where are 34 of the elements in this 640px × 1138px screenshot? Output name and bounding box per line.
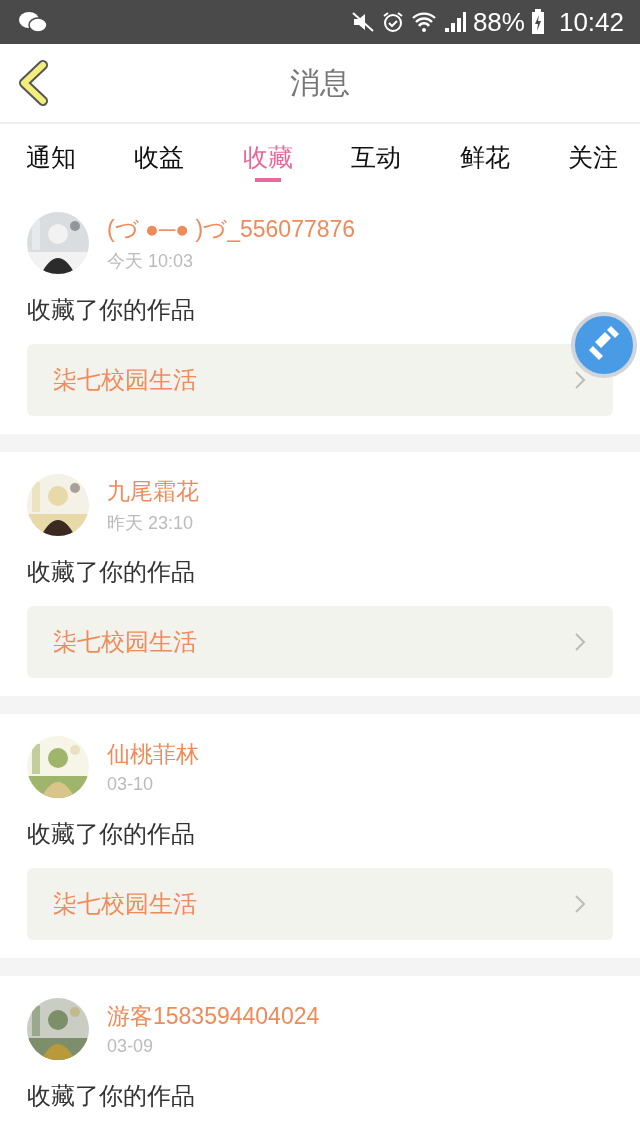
- tab[interactable]: 收藏: [230, 124, 305, 182]
- page-title: 消息: [290, 63, 350, 102]
- chevron-right-icon: [573, 631, 587, 653]
- timestamp: 今天 10:03: [107, 249, 195, 273]
- action-text: 收藏了你的作品: [27, 295, 196, 326]
- clock: 10:42: [558, 6, 624, 38]
- action-text: 收藏了你的作品: [27, 557, 196, 588]
- battery-percent: 88%: [472, 6, 525, 38]
- tab[interactable]: 鲜花: [447, 124, 522, 182]
- timestamp: 03-09: [107, 1036, 155, 1057]
- work-link[interactable]: 柒七校园生活: [27, 868, 613, 940]
- user-name[interactable]: 仙桃菲林: [107, 739, 199, 770]
- tab[interactable]: 关注: [555, 124, 630, 182]
- action-text: 收藏了你的作品: [27, 1081, 196, 1112]
- user-name[interactable]: (づ ●─● )づ_556077876: [107, 213, 356, 245]
- floating-brush-button[interactable]: [571, 312, 637, 378]
- chevron-right-icon: [573, 893, 587, 915]
- work-link[interactable]: 柒七校园生活: [27, 606, 613, 678]
- tab[interactable]: 通知: [14, 124, 88, 182]
- tab[interactable]: 互动: [339, 124, 414, 182]
- action-text: 收藏了你的作品: [27, 819, 196, 850]
- timestamp: 03-10: [107, 774, 155, 795]
- timestamp: 昨天 23:10: [107, 511, 195, 535]
- mute-icon: [350, 10, 375, 34]
- work-link[interactable]: 柒七校园生活: [27, 344, 613, 416]
- back-button[interactable]: [16, 60, 50, 106]
- user-name[interactable]: 游客1583594404024: [107, 1001, 320, 1032]
- battery-charging-icon: [530, 9, 545, 35]
- user-name[interactable]: 九尾霜花: [107, 475, 199, 507]
- signal-icon: [442, 10, 467, 34]
- tab[interactable]: 收益: [122, 124, 197, 182]
- chat-bubbles-icon: [18, 10, 48, 34]
- wifi-icon: [410, 10, 437, 34]
- chevron-right-icon: [573, 369, 587, 391]
